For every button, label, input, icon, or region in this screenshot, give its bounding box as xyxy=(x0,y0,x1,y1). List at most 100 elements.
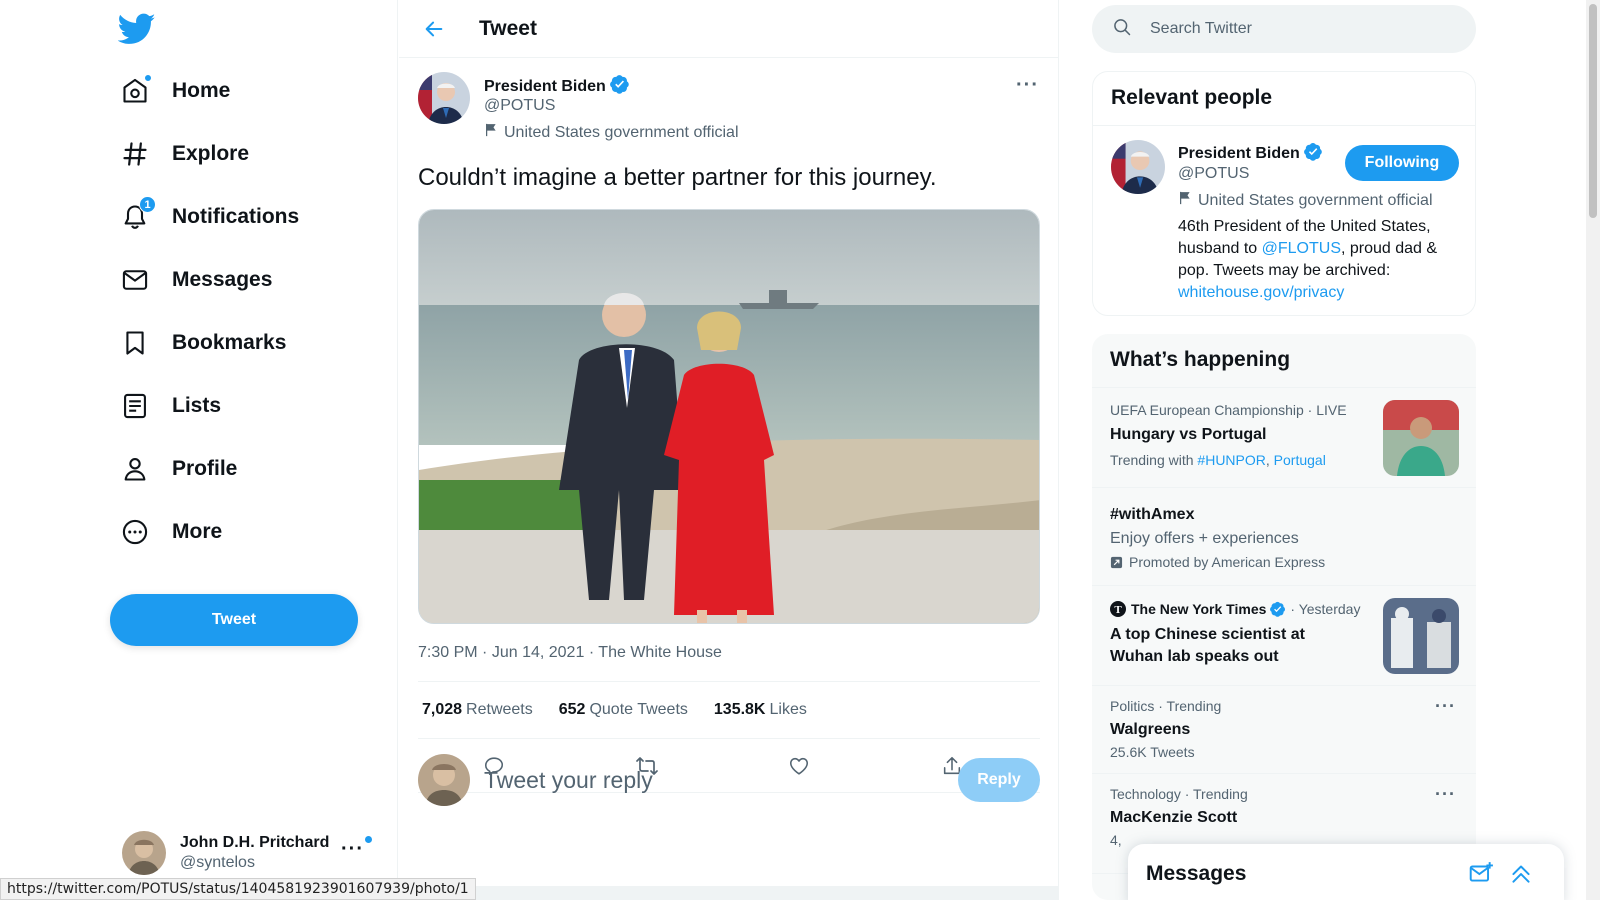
scrollbar-thumb[interactable] xyxy=(1589,4,1597,218)
nav-messages[interactable]: Messages xyxy=(120,257,272,303)
tweet-time[interactable]: 7:30 PM xyxy=(418,644,478,661)
tweet-date[interactable]: Jun 14, 2021 xyxy=(492,644,585,661)
promoted-by-text: Promoted by American Express xyxy=(1129,554,1326,570)
trending-with-text: Trending with xyxy=(1110,452,1194,468)
relevant-person-avatar[interactable] xyxy=(1111,140,1165,194)
bell-icon: 1 xyxy=(120,196,156,232)
page-title: Tweet xyxy=(479,16,537,40)
bio-url-link[interactable]: whitehouse.gov/privacy xyxy=(1178,284,1344,301)
likes-label: Likes xyxy=(769,701,807,718)
promoted-icon xyxy=(1110,556,1123,569)
search-input[interactable] xyxy=(1150,20,1430,38)
list-icon xyxy=(120,391,150,421)
tweet-text: Couldn’t imagine a better partner for th… xyxy=(418,164,937,191)
promoted-trend-item[interactable]: #withAmex Enjoy offers + experiences Pro… xyxy=(1092,488,1476,586)
reply-button[interactable]: Reply xyxy=(958,758,1040,802)
nav-home[interactable]: Home xyxy=(120,68,230,114)
likes-stat[interactable]: 135.8K Likes xyxy=(714,701,807,719)
tweet-more-icon[interactable]: ··· xyxy=(1016,74,1039,97)
trend-title: Hungary vs Portugal xyxy=(1110,426,1267,443)
news-source: T The New York Times · Yesterday xyxy=(1110,601,1360,617)
trend-title: MacKenzie Scott xyxy=(1110,809,1238,826)
relevant-people-title: Relevant people xyxy=(1093,72,1475,126)
tweet-photo[interactable] xyxy=(418,209,1040,624)
account-name: John D.H. Pritchard xyxy=(180,834,330,851)
tweet-author-name[interactable]: President Biden xyxy=(484,74,630,99)
timeline-divider xyxy=(399,886,1059,900)
trend-meta: UEFA European Championship · LIVE xyxy=(1110,402,1347,418)
home-icon xyxy=(120,74,152,106)
nav-explore-label: Explore xyxy=(172,142,250,165)
nav-lists-label: Lists xyxy=(172,394,222,417)
account-unread-dot xyxy=(365,836,372,843)
reply-avatar xyxy=(418,754,470,806)
tweet-author-handle[interactable]: @POTUS xyxy=(484,97,555,115)
bookmark-icon xyxy=(120,328,150,358)
tweet-source[interactable]: The White House xyxy=(598,644,722,661)
trend-meta: Technology · Trending xyxy=(1110,786,1248,802)
right-sidebar: Relevant people President Biden @POTUS F… xyxy=(1092,0,1476,900)
quote-tweets-count: 652 xyxy=(558,701,586,718)
nav-more[interactable]: More xyxy=(120,509,222,555)
verified-badge-icon xyxy=(1303,142,1323,166)
search-icon xyxy=(1112,17,1132,42)
tweet-author-avatar[interactable] xyxy=(418,72,470,124)
trend-count: 4, xyxy=(1110,832,1122,848)
trend-subtitle: Trending with #HUNPOR, Portugal xyxy=(1110,452,1326,468)
expand-chevron-up-icon[interactable] xyxy=(1508,860,1534,891)
nav-explore[interactable]: Explore xyxy=(120,131,249,177)
nav-notifications[interactable]: 1 Notifications xyxy=(120,194,299,240)
relevant-person-bio: 46th President of the United States, hus… xyxy=(1178,216,1458,304)
page-scrollbar[interactable] xyxy=(1586,0,1600,900)
flag-icon xyxy=(484,123,498,142)
nav-profile-label: Profile xyxy=(172,457,238,480)
news-source-name: The New York Times xyxy=(1131,601,1267,617)
bio-mention-link[interactable]: @FLOTUS xyxy=(1262,240,1341,257)
relevant-person-name[interactable]: President Biden xyxy=(1178,142,1323,166)
trend-more-icon[interactable]: ··· xyxy=(1435,696,1456,717)
notifications-count-badge: 1 xyxy=(139,196,156,213)
nav-bookmarks[interactable]: Bookmarks xyxy=(120,320,286,366)
trend-item[interactable]: Politics · Trending Walgreens 25.6K Twee… xyxy=(1092,686,1476,774)
more-circle-icon xyxy=(120,517,150,547)
news-title: A top Chinese scientist at Wuhan lab spe… xyxy=(1110,626,1305,665)
relevant-person-label: United States government official xyxy=(1178,191,1433,210)
nav-lists[interactable]: Lists xyxy=(120,383,221,429)
relevant-person-label-text: United States government official xyxy=(1198,191,1433,209)
government-label-text: United States government official xyxy=(504,123,739,141)
back-arrow-icon[interactable] xyxy=(416,11,452,47)
messages-drawer[interactable]: Messages xyxy=(1128,844,1564,900)
government-label: United States government official xyxy=(484,123,739,142)
trend-title: Walgreens xyxy=(1110,721,1191,738)
trend-count: 25.6K Tweets xyxy=(1110,744,1195,760)
trend-meta: Politics · Trending xyxy=(1110,698,1222,714)
trend-hashtag-link[interactable]: #HUNPOR xyxy=(1197,452,1265,468)
retweets-label: Retweets xyxy=(466,701,533,718)
quote-tweets-stat[interactable]: 652 Quote Tweets xyxy=(559,701,688,719)
following-button[interactable]: Following xyxy=(1345,145,1459,181)
twitter-logo-icon[interactable] xyxy=(117,10,156,48)
nav-more-label: More xyxy=(172,520,223,543)
left-sidebar: Home Explore 1 Notifications Messages Bo… xyxy=(0,0,398,900)
relevant-people-card: Relevant people President Biden @POTUS F… xyxy=(1092,71,1476,316)
new-message-icon[interactable] xyxy=(1468,860,1494,891)
reply-input[interactable] xyxy=(484,762,924,798)
person-icon xyxy=(120,454,150,484)
trend-topic-link[interactable]: Portugal xyxy=(1274,452,1326,468)
account-switcher[interactable]: John D.H. Pritchard @syntelos ··· xyxy=(122,828,382,878)
retweets-stat[interactable]: 7,028 Retweets xyxy=(422,701,533,719)
tweet-timestamp: 7:30 PM · Jun 14, 2021 · The White House xyxy=(418,644,722,662)
compose-tweet-button[interactable]: Tweet xyxy=(110,594,358,646)
news-trend-item[interactable]: T The New York Times · Yesterday A top C… xyxy=(1092,586,1476,686)
meta-separator-1: · xyxy=(482,644,488,661)
search-box[interactable] xyxy=(1092,5,1476,53)
nav-profile[interactable]: Profile xyxy=(120,446,237,492)
account-more-icon[interactable]: ··· xyxy=(341,836,372,861)
relevant-person-name-text: President Biden xyxy=(1178,145,1300,162)
relevant-person-handle[interactable]: @POTUS xyxy=(1178,165,1249,183)
trend-item[interactable]: UEFA European Championship · LIVE Hungar… xyxy=(1092,388,1476,488)
account-handle: @syntelos xyxy=(180,854,255,871)
trend-more-icon[interactable]: ··· xyxy=(1435,784,1456,805)
main-header: Tweet xyxy=(399,0,1058,58)
promoted-description: Enjoy offers + experiences xyxy=(1110,530,1299,547)
